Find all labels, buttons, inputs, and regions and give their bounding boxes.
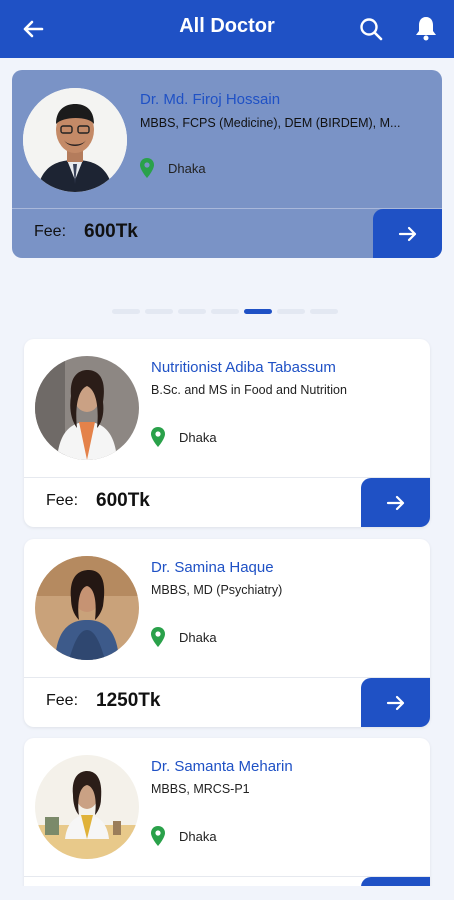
doctor-location: Dhaka xyxy=(140,158,206,178)
search-icon[interactable] xyxy=(356,14,386,44)
doctor-degree: MBBS, MD (Psychiatry) xyxy=(151,583,283,597)
fee-label: Fee: xyxy=(46,692,79,709)
arrow-right-icon xyxy=(386,695,404,711)
carousel-dot[interactable] xyxy=(112,309,140,314)
doctor-name[interactable]: Dr. Samanta Meharin xyxy=(151,758,293,775)
doctor-avatar xyxy=(35,356,139,460)
doctor-degree: MBBS, FCPS (Medicine), DEM (BIRDEM), M..… xyxy=(140,116,401,130)
featured-doctor-card[interactable]: Dr. Md. Firoj Hossain MBBS, FCPS (Medici… xyxy=(12,70,442,258)
doctor-card[interactable]: Dr. Samanta Meharin MBBS, MRCS-P1 Dhaka xyxy=(24,738,430,900)
doctor-card[interactable]: Nutritionist Adiba Tabassum B.Sc. and MS… xyxy=(24,339,430,527)
app-bar: All Doctor xyxy=(0,0,454,58)
doctor-name[interactable]: Dr. Md. Firoj Hossain xyxy=(140,91,280,108)
view-doctor-button[interactable] xyxy=(373,209,442,258)
location-text: Dhaka xyxy=(179,429,217,445)
doctor-avatar xyxy=(35,755,139,859)
location-text: Dhaka xyxy=(179,629,217,645)
carousel-dot[interactable] xyxy=(145,309,173,314)
location-pin-icon xyxy=(151,627,165,647)
fee-bar: Fee: 600Tk xyxy=(12,208,442,258)
view-doctor-button[interactable] xyxy=(361,478,430,527)
doctor-avatar xyxy=(23,88,127,192)
fee-value: 600Tk xyxy=(96,490,150,511)
doctor-location: Dhaka xyxy=(151,627,217,647)
fee-value: 1250Tk xyxy=(96,690,161,711)
carousel-dot[interactable] xyxy=(310,309,338,314)
fee-value: 600Tk xyxy=(84,221,138,242)
doctor-degree: MBBS, MRCS-P1 xyxy=(151,782,250,796)
doctor-name[interactable]: Nutritionist Adiba Tabassum xyxy=(151,359,336,376)
doctor-degree: B.Sc. and MS in Food and Nutrition xyxy=(151,383,347,397)
bottom-edge xyxy=(0,886,454,900)
doctor-card[interactable]: Dr. Samina Haque MBBS, MD (Psychiatry) D… xyxy=(24,539,430,727)
location-pin-icon xyxy=(151,826,165,846)
carousel-indicator xyxy=(112,309,338,314)
carousel-dot[interactable] xyxy=(178,309,206,314)
location-pin-icon xyxy=(151,427,165,447)
location-text: Dhaka xyxy=(168,160,206,176)
carousel-dot[interactable] xyxy=(277,309,305,314)
carousel-dot[interactable] xyxy=(211,309,239,314)
fee-label: Fee: xyxy=(46,492,79,509)
doctor-name[interactable]: Dr. Samina Haque xyxy=(151,559,274,576)
fee-label: Fee: xyxy=(34,223,67,240)
doctor-avatar xyxy=(35,556,139,660)
bell-icon[interactable] xyxy=(411,13,441,43)
arrow-right-icon xyxy=(386,495,404,511)
location-pin-icon xyxy=(140,158,154,178)
view-doctor-button[interactable] xyxy=(361,678,430,727)
fee-bar: Fee: 1250Tk xyxy=(24,677,430,727)
doctor-location: Dhaka xyxy=(151,826,217,846)
doctor-location: Dhaka xyxy=(151,427,217,447)
location-text: Dhaka xyxy=(179,828,217,844)
carousel-dot-active[interactable] xyxy=(244,309,272,314)
fee-bar: Fee: 600Tk xyxy=(24,477,430,527)
arrow-right-icon xyxy=(398,226,416,242)
